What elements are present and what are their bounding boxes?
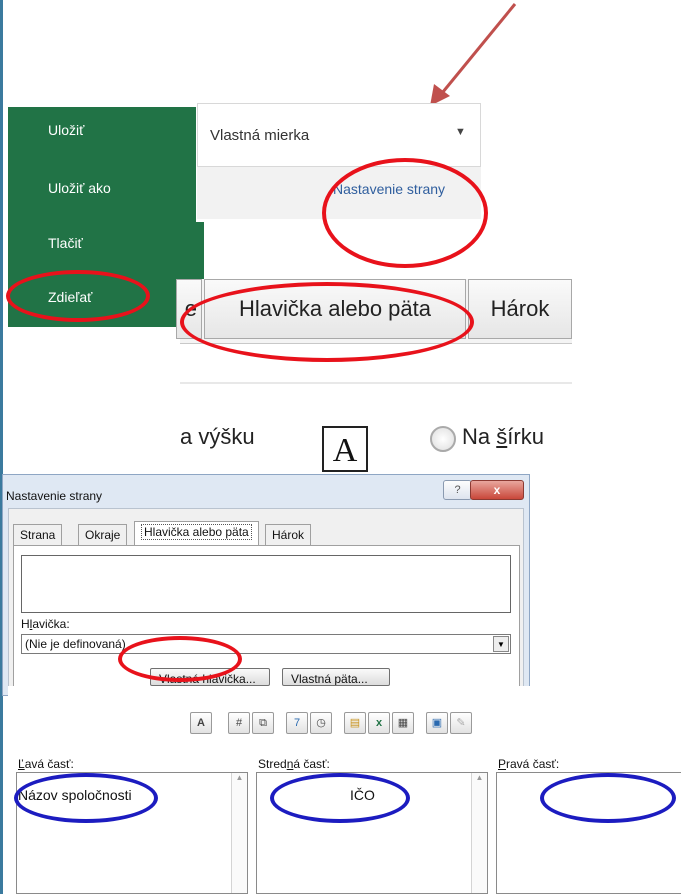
annotation-oval-header-footer-tab [180,282,474,362]
left-margin-rule [0,0,3,894]
landscape-radio[interactable] [430,426,456,452]
menu-item-save[interactable]: Uložiť [48,122,84,138]
header-select-value: (Nie je definovaná) [25,637,126,651]
annotation-arrow [430,3,517,106]
orientation-landscape-label: Na šírku [462,424,544,449]
select-arrow-icon[interactable]: ▼ [493,636,509,652]
center-section-scrollbar[interactable]: ▲ [471,773,487,893]
divider [180,382,572,384]
help-button[interactable]: ? [443,480,472,500]
header-preview [21,555,511,613]
dropdown-arrow-icon[interactable]: ▼ [455,126,466,138]
annotation-oval-right-section [540,773,676,823]
file-path-icon[interactable]: ▤ [344,712,366,734]
header-label: Hlavička: [21,617,70,631]
file-name-icon[interactable]: x [368,712,390,734]
tab-page[interactable]: Strana [13,524,63,546]
close-button[interactable]: x [470,480,524,500]
sheet-name-icon[interactable]: ▦ [392,712,414,734]
tab-sheet-enlarged[interactable]: Hárok [468,279,572,339]
annotation-oval-page-setup [322,158,488,268]
tab-header-footer[interactable]: Hlavička alebo päta [134,521,259,546]
annotation-oval-center-section [270,773,410,823]
dialog-title: Nastavenie strany [6,489,103,503]
page-icon-letter: A [332,432,358,469]
annotation-oval-header-select [118,636,242,682]
orientation-portrait-label: a výšku [180,424,255,449]
menu-item-save-as[interactable]: Uložiť ako [48,180,111,196]
time-icon[interactable]: ◷ [310,712,332,734]
annotation-oval-left-section [14,773,158,823]
left-section-label: Ľavá časť: [18,757,74,771]
custom-footer-button[interactable]: Vlastná päta... [282,668,390,686]
format-picture-icon[interactable]: ✎ [450,712,472,734]
page-orientation-icon: A [322,426,368,472]
right-section-label: Pravá časť: [498,757,560,771]
insert-picture-icon[interactable]: ▣ [426,712,448,734]
date-icon[interactable]: 7 [286,712,308,734]
center-section-label: Stredná časť: [258,757,330,771]
format-text-icon[interactable]: A [190,712,212,734]
annotation-oval-share [6,270,150,322]
tab-margins[interactable]: Okraje [78,524,128,546]
menu-item-print[interactable]: Tlačiť [48,235,83,251]
page-number-icon[interactable]: # [228,712,250,734]
scaling-dropdown-value: Vlastná mierka [210,127,310,144]
tab-sheet[interactable]: Hárok [265,524,312,546]
left-section-scrollbar[interactable]: ▲ [231,773,247,893]
number-of-pages-icon[interactable]: ⧉ [252,712,274,734]
